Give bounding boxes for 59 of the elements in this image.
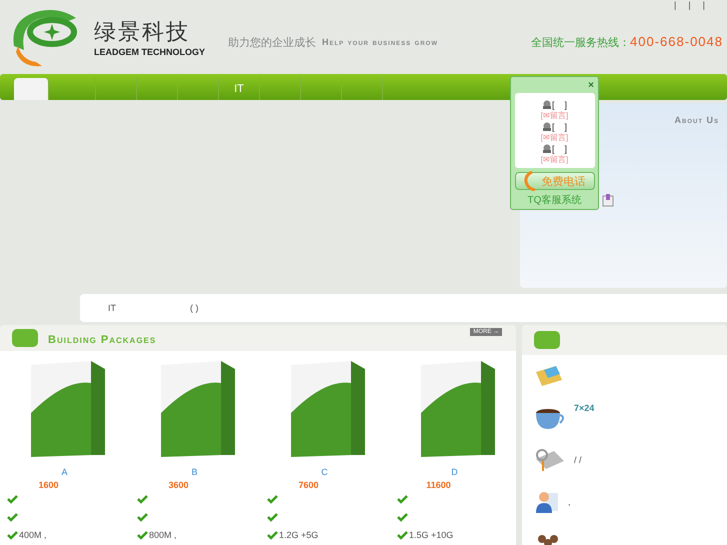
check-icon xyxy=(7,530,18,540)
nav-item[interactable]: IT xyxy=(219,78,260,100)
notice-text[interactable]: ( ) xyxy=(190,303,198,313)
section-title: Building Packages xyxy=(48,334,156,346)
feature-text: 400M , xyxy=(19,530,47,540)
check-icon xyxy=(397,494,408,504)
check-icon xyxy=(397,530,408,540)
hotline-label: 全国统一服务热线： xyxy=(531,37,630,49)
check-icon xyxy=(7,494,18,504)
check-icon xyxy=(397,512,408,522)
check-icon xyxy=(267,530,278,540)
chat-head-icon xyxy=(542,122,552,131)
service-text: 7×24 xyxy=(574,403,594,413)
service-text: / / xyxy=(574,455,582,465)
agent-link[interactable]: [ ] xyxy=(552,144,567,154)
check-icon xyxy=(267,512,278,522)
package-price: 1600 xyxy=(38,480,59,490)
slogan-english: Help your business grow xyxy=(322,37,438,47)
chat-head-icon xyxy=(542,144,552,153)
card-icon xyxy=(534,364,564,388)
service-text: , xyxy=(568,497,571,507)
top-link-separator: | xyxy=(674,0,676,10)
person-icon xyxy=(534,489,560,515)
package-price: 11600 xyxy=(426,480,451,490)
agent-link[interactable]: [ ] xyxy=(552,100,567,110)
bag-icon xyxy=(602,193,614,207)
check-icon xyxy=(137,512,148,522)
check-icon xyxy=(137,494,148,504)
agent-link[interactable]: [✉留言] xyxy=(540,154,568,165)
about-title: About Us xyxy=(674,115,719,125)
newspaper-icon xyxy=(534,447,566,473)
nav-item[interactable] xyxy=(14,78,49,100)
agent-link[interactable]: [✉留言] xyxy=(540,132,568,143)
feature-text: 1.5G +10G xyxy=(409,530,454,540)
agent-link[interactable]: [✉留言] xyxy=(540,110,568,121)
chat-head-icon xyxy=(542,100,552,109)
package-price: 3600 xyxy=(168,480,189,490)
slogan: 助力您的企业成长 xyxy=(228,36,316,50)
check-icon xyxy=(7,512,18,522)
check-icon xyxy=(267,494,278,504)
notice-text[interactable]: IT xyxy=(108,303,116,313)
package-name[interactable]: A xyxy=(61,467,68,477)
package-name[interactable]: D xyxy=(451,467,458,477)
top-link-separator: | xyxy=(702,0,705,10)
check-icon xyxy=(137,530,148,540)
feature-text: 800M , xyxy=(149,530,177,540)
package-name[interactable]: C xyxy=(321,467,328,477)
agent-link[interactable]: [ ] xyxy=(552,122,567,132)
logo-name: 绿景科技 xyxy=(94,19,191,47)
phone-icon xyxy=(524,171,536,191)
package-price: 7600 xyxy=(298,480,319,490)
close-button[interactable]: × xyxy=(584,77,598,93)
chat-footer: TQ客服系统 xyxy=(528,193,582,207)
top-link-separator: | xyxy=(688,0,691,10)
free-call-button[interactable]: 免费电话 xyxy=(514,172,594,190)
feature-text: 1.2G +5G xyxy=(279,530,318,540)
logo-subtitle: LEADGEM TECHNOLOGY xyxy=(94,47,206,57)
hotline-number: 400-668-0048 xyxy=(630,34,723,49)
package-name[interactable]: B xyxy=(191,467,198,477)
